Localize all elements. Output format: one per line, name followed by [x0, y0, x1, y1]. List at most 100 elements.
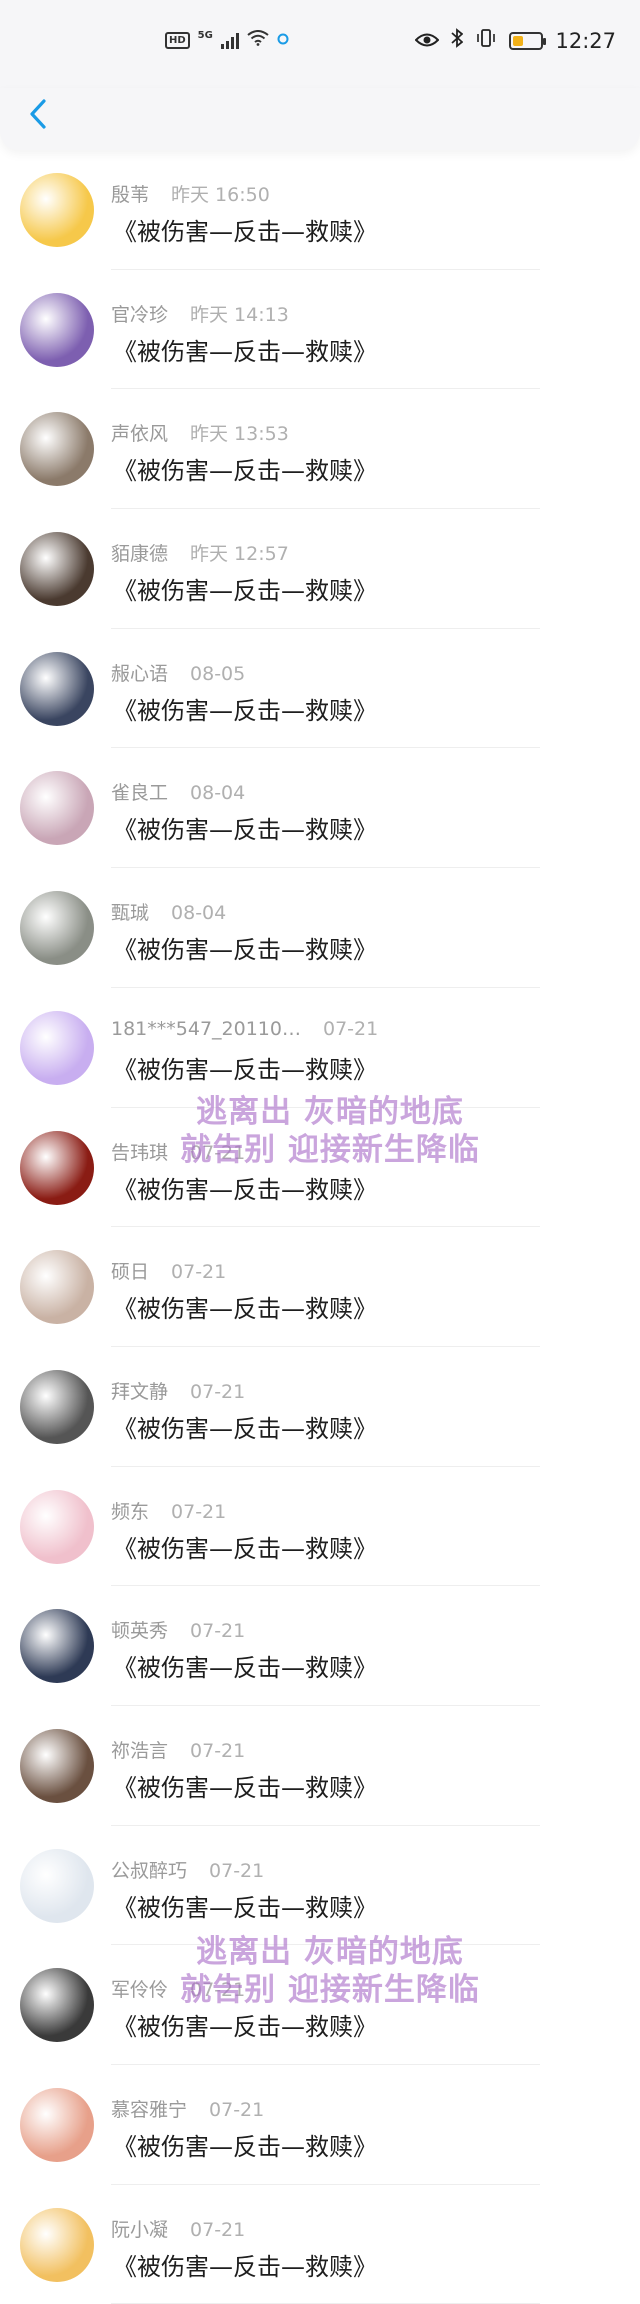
watermark-2: 逃离出 灰暗的地底 就告别 迎接新生降临	[160, 1933, 500, 2009]
message-text: 《被伤害—反击—救赎》	[113, 1654, 377, 1683]
message-text: 《被伤害—反击—救赎》	[113, 1175, 377, 1204]
avatar[interactable]	[20, 1010, 94, 1085]
message-text: 《被伤害—反击—救赎》	[113, 337, 377, 366]
sender-row: 官冷珍 昨天 14:13	[111, 300, 289, 327]
bluetooth-icon	[451, 28, 464, 54]
message-time: 07-21	[209, 1859, 265, 1882]
message-text: 《被伤害—反击—救赎》	[113, 1773, 377, 1802]
list-item[interactable]: 拜文静 07-21 《被伤害—反击—救赎》	[0, 1347, 640, 1467]
avatar[interactable]	[20, 173, 94, 247]
message-text: 《被伤害—反击—救赎》	[113, 457, 377, 486]
message-time: 昨天 16:50	[171, 184, 270, 206]
sender-row: 阮小凝 07-21	[111, 2215, 245, 2242]
message-time: 昨天 13:53	[190, 423, 289, 446]
list-item[interactable]: 顿英秀 07-21 《被伤害—反击—救赎》	[0, 1586, 640, 1706]
message-text: 《被伤害—反击—救赎》	[113, 2133, 377, 2161]
avatar[interactable]	[20, 412, 94, 487]
avatar[interactable]	[20, 532, 94, 607]
wifi-icon	[247, 30, 269, 50]
sender-row: 赧心语 08-05	[111, 659, 245, 686]
nav-bar	[0, 88, 640, 150]
vibrate-icon	[475, 28, 497, 54]
list-item[interactable]: 雀良工 08-04 《被伤害—反击—救赎》	[0, 748, 640, 869]
status-right: 12:27	[415, 28, 616, 54]
avatar[interactable]	[20, 1130, 94, 1205]
message-time: 07-21	[190, 1380, 246, 1403]
message-text: 《被伤害—反击—救赎》	[113, 1295, 377, 1324]
avatar[interactable]	[20, 1609, 94, 1684]
sender-row: 频东 07-21	[111, 1497, 226, 1524]
message-text: 《被伤害—反击—救赎》	[113, 1534, 377, 1563]
status-left: HD 5G	[165, 30, 289, 50]
avatar[interactable]	[20, 771, 94, 846]
list-item[interactable]: 祢浩言 07-21 《被伤害—反击—救赎》	[0, 1706, 640, 1826]
sender-row: 顿英秀 07-21	[111, 1616, 245, 1643]
avatar[interactable]	[20, 1489, 94, 1564]
sender-row: 祢浩言 07-21	[111, 1736, 245, 1763]
list-item[interactable]: 硕日 07-21 《被伤害—反击—救赎》	[0, 1227, 640, 1347]
watermark-line-2: 就告别 迎接新生降临	[180, 1132, 480, 1168]
message-text: 《被伤害—反击—救赎》	[113, 696, 377, 725]
sender-name: 赧心语	[111, 662, 169, 685]
sender-row: 殷苇 昨天 16:50	[111, 180, 270, 207]
sender-row: 声依风 昨天 13:53	[111, 419, 289, 446]
message-text: 《被伤害—反击—救赎》	[113, 1055, 377, 1084]
sender-name: 硕日	[111, 1261, 150, 1284]
sender-row: 慕容雅宁 07-21	[111, 2095, 264, 2122]
sender-name: 官冷珍	[111, 303, 169, 326]
sender-name: 阮小凝	[111, 2218, 169, 2241]
message-time: 07-21	[190, 1739, 246, 1762]
battery-icon	[509, 32, 547, 50]
sender-name: 貊康德	[111, 543, 169, 566]
list-item[interactable]: 频东 07-21 《被伤害—反击—救赎》	[0, 1467, 640, 1587]
message-time: 07-21	[190, 1620, 246, 1643]
watermark: 逃离出 灰暗的地底 就告别 迎接新生降临	[160, 1093, 500, 1169]
sender-row: 公叔醉巧 07-21	[111, 1856, 264, 1883]
sender-name: 殷苇	[111, 184, 150, 206]
list-item[interactable]: 貊康德 昨天 12:57 《被伤害—反击—救赎》	[0, 509, 640, 629]
avatar[interactable]	[20, 1250, 94, 1325]
list-item[interactable]: 181***547_20110… 07-21 《被伤害—反击—救赎》	[0, 988, 640, 1108]
message-time: 08-04	[171, 902, 227, 925]
message-time: 07-21	[322, 1017, 379, 1040]
eye-icon	[415, 29, 440, 54]
message-time: 08-05	[190, 662, 246, 685]
avatar[interactable]	[20, 1369, 94, 1444]
hotspot-icon	[277, 31, 289, 49]
list-item[interactable]: 殷苇 昨天 16:50 《被伤害—反击—救赎》	[0, 150, 640, 270]
network-type: 5G	[197, 29, 213, 41]
sender-row: 硕日 07-21	[111, 1257, 226, 1284]
sender-row: 貊康德 昨天 12:57	[111, 539, 289, 566]
sender-name: 拜文静	[111, 1380, 169, 1403]
sender-name: 雀良工	[111, 782, 169, 805]
message-time: 07-21	[209, 2099, 265, 2121]
message-time: 昨天 12:57	[190, 543, 289, 566]
sender-name: 甄珹	[111, 902, 150, 925]
avatar[interactable]	[20, 1848, 94, 1923]
list-item[interactable]: 慕容雅宁 07-21 《被伤害—反击—救赎》	[0, 2065, 640, 2185]
list-item[interactable]: 阮小凝 07-21 《被伤害—反击—救赎》	[0, 2185, 640, 2304]
avatar[interactable]	[20, 2088, 94, 2162]
avatar[interactable]	[20, 2207, 94, 2282]
sender-name: 181***547_20110…	[111, 1017, 301, 1040]
avatar[interactable]	[20, 292, 94, 367]
back-button[interactable]	[16, 94, 60, 138]
sender-row: 甄珹 08-04	[111, 898, 226, 925]
message-text: 《被伤害—反击—救赎》	[113, 936, 377, 965]
avatar[interactable]	[20, 891, 94, 966]
avatar[interactable]	[20, 1968, 94, 2043]
signal-icon	[220, 31, 239, 49]
message-text: 《被伤害—反击—救赎》	[113, 1893, 377, 1922]
watermark-line-1: 逃离出 灰暗的地底	[196, 1934, 464, 1970]
sender-name: 顿英秀	[111, 1620, 169, 1643]
list-item[interactable]: 赧心语 08-05 《被伤害—反击—救赎》	[0, 629, 640, 749]
list-item[interactable]: 官冷珍 昨天 14:13 《被伤害—反击—救赎》	[0, 270, 640, 390]
message-text: 《被伤害—反击—救赎》	[113, 2252, 377, 2281]
list-item[interactable]: 公叔醉巧 07-21 《被伤害—反击—救赎》	[0, 1826, 640, 1946]
avatar[interactable]	[20, 1728, 94, 1803]
sender-row: 181***547_20110… 07-21	[111, 1018, 378, 1040]
list-item[interactable]: 声依风 昨天 13:53 《被伤害—反击—救赎》	[0, 389, 640, 510]
message-text: 《被伤害—反击—救赎》	[113, 2013, 377, 2042]
avatar[interactable]	[20, 651, 94, 726]
list-item[interactable]: 甄珹 08-04 《被伤害—反击—救赎》	[0, 868, 640, 988]
